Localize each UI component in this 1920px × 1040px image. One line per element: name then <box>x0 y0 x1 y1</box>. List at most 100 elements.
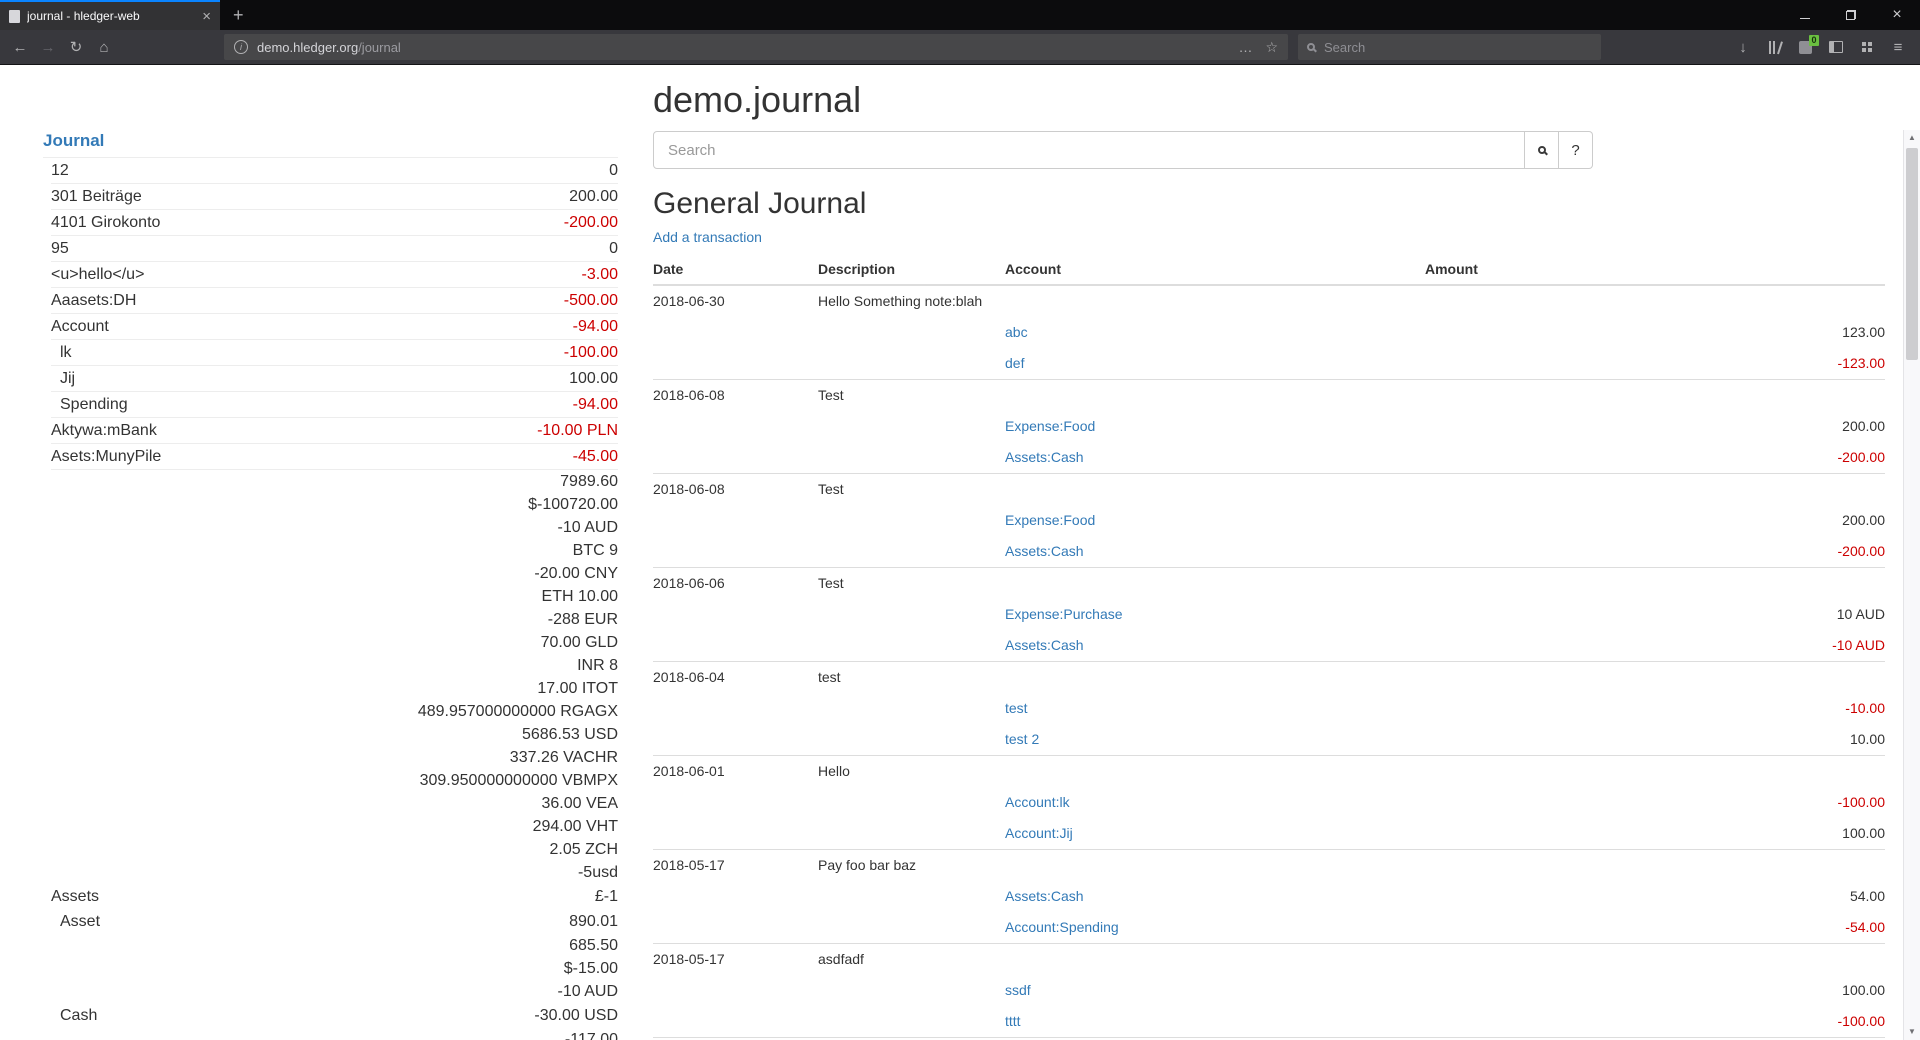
url-bar[interactable]: i demo.hledger.org/journal … ☆ <box>224 34 1288 60</box>
account-name-cell <box>51 957 252 980</box>
posting-account-cell: Expense:Purchase <box>1005 599 1425 630</box>
account-balance: 309.950000000000 VBMPX <box>252 769 618 792</box>
search-submit-button[interactable] <box>1525 131 1559 169</box>
page-actions-icon[interactable]: … <box>1238 39 1252 55</box>
posting-account-link[interactable]: Assets:Cash <box>1005 888 1084 904</box>
download-icon[interactable]: ↓ <box>1729 33 1757 61</box>
extension-icon[interactable]: 0 <box>1791 33 1819 61</box>
posting-amount: -100.00 <box>1425 787 1885 818</box>
page-title: demo.journal <box>653 79 1885 121</box>
posting-account-link[interactable]: def <box>1005 355 1024 371</box>
grid-icon[interactable] <box>1853 33 1881 61</box>
browser-nav-bar: ← → ↻ ⌂ i demo.hledger.org/journal … ☆ S… <box>0 30 1920 65</box>
home-icon[interactable]: ⌂ <box>90 33 118 61</box>
sidebar-account-link[interactable]: 12 <box>51 162 69 179</box>
menu-icon[interactable]: ≡ <box>1884 33 1912 61</box>
posting-account-link[interactable]: Account:lk <box>1005 794 1070 810</box>
posting-row: Expense:Food 200.00 <box>653 505 1885 536</box>
window-restore-button[interactable] <box>1828 0 1874 30</box>
column-header-description: Description <box>818 255 1005 285</box>
sidebar-account-link[interactable]: Aktywa:mBank <box>51 422 157 439</box>
new-tab-button[interactable]: + <box>220 0 257 30</box>
sidebar-account-link[interactable]: Asets:MunyPile <box>51 448 161 465</box>
account-balance: 0 <box>252 236 618 262</box>
posting-amount: 123.00 <box>1425 317 1885 348</box>
posting-account-link[interactable]: Expense:Food <box>1005 512 1095 528</box>
sidebar-account-link[interactable]: Assets <box>51 888 99 905</box>
posting-account-cell: Assets:Cash <box>1005 881 1425 912</box>
account-balance: 0 <box>252 158 618 184</box>
sidebar-account-link[interactable]: <u>hello</u> <box>51 266 144 283</box>
posting-account-link[interactable]: Expense:Purchase <box>1005 606 1123 622</box>
browser-tab[interactable]: journal - hledger-web × <box>0 0 220 30</box>
bookmark-star-icon[interactable]: ☆ <box>1265 39 1278 56</box>
posting-row: test 210.00 <box>653 724 1885 756</box>
sidebar-account-link[interactable]: Asset <box>60 913 100 930</box>
posting-account-link[interactable]: Assets:Cash <box>1005 449 1084 465</box>
tab-close-icon[interactable]: × <box>202 9 211 24</box>
column-header-amount: Amount <box>1425 255 1885 285</box>
sidebar-toggle-icon[interactable] <box>1822 33 1850 61</box>
posting-account-link[interactable]: test 2 <box>1005 731 1039 747</box>
posting-account-link[interactable]: Assets:Cash <box>1005 543 1084 559</box>
posting-amount: 200.00 <box>1425 411 1885 442</box>
posting-account-link[interactable]: test <box>1005 700 1028 716</box>
add-transaction-link[interactable]: Add a transaction <box>653 229 762 245</box>
scrollbar-down-icon[interactable]: ▼ <box>1904 1024 1920 1040</box>
sidebar: Journal 120301 Beiträge200.004101 Giroko… <box>0 65 618 1040</box>
transaction-date: 2018-06-06 <box>653 568 818 600</box>
account-name-cell <box>51 493 252 516</box>
posting-account-link[interactable]: tttt <box>1005 1013 1021 1029</box>
account-row: Asets:MunyPile -45.00 <box>51 444 618 470</box>
sidebar-account-link[interactable]: Spending <box>60 396 128 413</box>
back-icon[interactable]: ← <box>6 33 34 61</box>
sidebar-account-link[interactable]: Cash <box>60 1007 97 1024</box>
posting-row: test-10.00 <box>653 693 1885 724</box>
sidebar-account-link[interactable]: lk <box>60 344 72 361</box>
account-row: 4101 Girokonto-200.00 <box>51 210 618 236</box>
posting-account-link[interactable]: Account:Spending <box>1005 919 1119 935</box>
transaction-date: 2018-06-01 <box>653 756 818 788</box>
account-name-cell: Asets:MunyPile <box>51 444 252 470</box>
sidebar-account-link[interactable]: Jij <box>60 370 75 387</box>
sidebar-account-link[interactable]: 4101 Girokonto <box>51 214 160 231</box>
journal-search-input[interactable] <box>653 131 1525 169</box>
posting-account-link[interactable]: Account:Jij <box>1005 825 1073 841</box>
sidebar-journal-link[interactable]: Journal <box>43 131 104 150</box>
sidebar-account-link[interactable]: 301 Beiträge <box>51 188 142 205</box>
page-scrollbar[interactable]: ▲ ▼ <box>1903 130 1920 1040</box>
account-row: ETH 10.00 <box>51 585 618 608</box>
account-row: 5686.53 USD <box>51 723 618 746</box>
posting-account-link[interactable]: Expense:Food <box>1005 418 1095 434</box>
posting-row: tttt-100.00 <box>653 1006 1885 1038</box>
library-icon[interactable] <box>1760 33 1788 61</box>
sidebar-account-link[interactable]: 95 <box>51 240 69 257</box>
url-bar-actions: … ☆ <box>1238 39 1278 56</box>
scrollbar-up-icon[interactable]: ▲ <box>1904 130 1920 146</box>
window-close-button[interactable]: × <box>1874 0 1920 30</box>
spacer-cell <box>1005 944 1425 976</box>
window-minimize-button[interactable] <box>1782 0 1828 30</box>
posting-account-link[interactable]: Assets:Cash <box>1005 637 1084 653</box>
reload-icon[interactable]: ↻ <box>62 33 90 61</box>
forward-icon[interactable]: → <box>34 33 62 61</box>
posting-row: def-123.00 <box>653 348 1885 380</box>
sidebar-account-link[interactable]: Aaasets:DH <box>51 292 136 309</box>
spacer-cell <box>818 442 1005 474</box>
account-balance: -45.00 <box>252 444 618 470</box>
spacer-cell <box>818 724 1005 756</box>
account-balance: 17.00 ITOT <box>252 677 618 700</box>
browser-search-bar[interactable]: Search <box>1298 34 1601 60</box>
site-info-icon[interactable]: i <box>234 40 248 54</box>
account-name-cell <box>51 516 252 539</box>
posting-account-link[interactable]: ssdf <box>1005 982 1031 998</box>
spacer-cell <box>818 1006 1005 1038</box>
account-row: -20.00 CNY <box>51 562 618 585</box>
account-row: BTC 9 <box>51 539 618 562</box>
scrollbar-thumb[interactable] <box>1906 148 1918 360</box>
posting-account-link[interactable]: abc <box>1005 324 1028 340</box>
sidebar-account-link[interactable]: Account <box>51 318 109 335</box>
search-help-button[interactable]: ? <box>1559 131 1593 169</box>
posting-amount: 200.00 <box>1425 505 1885 536</box>
posting-account-cell: Expense:Food <box>1005 505 1425 536</box>
